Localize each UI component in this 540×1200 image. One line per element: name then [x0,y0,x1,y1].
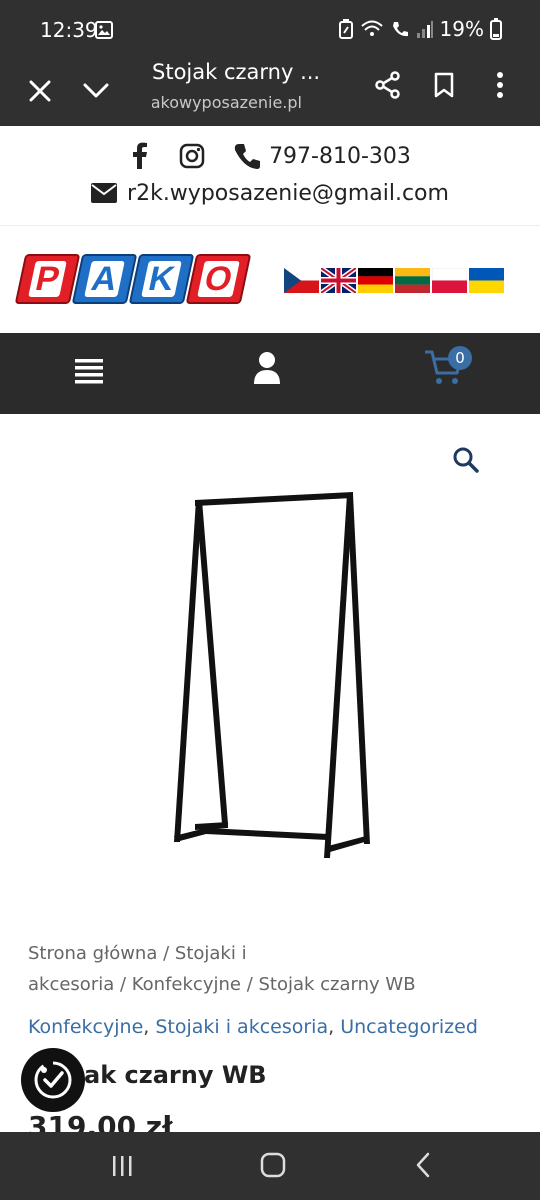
more-vert-icon [497,72,503,98]
cart-count-badge[interactable]: 0 [448,346,472,370]
browser-toolbar: Stojak czarny ... pakowyposazenie.pl [0,60,540,126]
email-address[interactable]: r2k.wyposazenie@gmail.com [127,181,449,206]
category-link[interactable]: Uncategorized [340,1016,478,1038]
logo-letter-k: K [141,260,182,298]
android-navigation-bar [0,1132,540,1200]
flag-ukraine-icon[interactable] [469,268,504,293]
logo-letter-a: A [84,260,125,298]
breadcrumb-stojaki-b[interactable]: akcesoria [28,974,114,995]
accessibility-button[interactable] [21,1048,85,1112]
product-categories: Konfekcyjne, Stojaki i akcesoria, Uncate… [28,1016,478,1038]
close-tab-button[interactable] [22,73,58,109]
search-icon[interactable] [452,446,480,474]
bookmark-button[interactable] [426,67,462,103]
more-options-button[interactable] [484,67,516,103]
social-row: 797-810-303 [0,140,540,172]
category-separator: , [143,1016,156,1038]
flag-lithuania-icon[interactable] [395,268,430,293]
breadcrumb-current: Stojak czarny WB [258,974,416,995]
phone-icon [234,144,261,169]
home-icon[interactable] [260,1152,286,1178]
breadcrumb-separator: / [157,943,175,964]
email-row: r2k.wyposazenie@gmail.com [0,176,540,210]
flag-czech-icon[interactable] [284,268,319,293]
recent-apps-icon[interactable] [110,1154,134,1178]
status-indicators: 19% [338,17,502,41]
logo-tile-a: A [71,254,138,304]
share-button[interactable] [370,67,406,103]
language-flags [284,268,504,293]
category-separator: , [328,1016,341,1038]
close-icon [29,80,51,102]
breadcrumb-separator: / [240,974,259,995]
logo-row: P A K O [0,226,540,334]
breadcrumb: Strona główna / Stojaki i akcesoria / Kon… [28,938,488,1000]
browser-screen: 12:39 19% Stojak czarny ... pakowyposaze… [0,0,540,1200]
logo-letter-o: O [197,260,240,298]
minimize-tab-button[interactable] [78,73,114,109]
share-icon [375,71,400,99]
page-title[interactable]: Stojak czarny ... [152,60,320,84]
logo-tile-k: K [128,254,195,304]
back-icon[interactable] [414,1152,432,1178]
wifi-icon [360,20,383,36]
battery-percent: 19% [439,17,484,41]
product-title: ak czarny WB [84,1061,267,1089]
accessibility-icon [34,1061,72,1099]
flag-germany-icon[interactable] [358,268,393,293]
logo-tile-o: O [185,254,252,304]
flag-poland-icon[interactable] [432,268,467,293]
signal-icon [416,21,433,38]
logo-letter-p: P [28,260,67,298]
category-link[interactable]: Konfekcyjne [28,1016,143,1038]
image-notification-icon [95,21,113,39]
bookmark-icon [434,72,454,98]
product-gallery [0,414,540,934]
hamburger-menu-icon[interactable] [75,357,103,387]
breadcrumb-separator: / [114,974,132,995]
breadcrumb-stojaki-a[interactable]: Stojaki i [175,943,247,964]
breadcrumb-konfekcyjne[interactable]: Konfekcyjne [132,974,241,995]
battery-icon [490,18,502,40]
category-link[interactable]: Stojaki i akcesoria [155,1016,328,1038]
instagram-icon[interactable] [179,143,205,169]
status-time: 12:39 [40,18,98,42]
status-bar: 12:39 19% [0,0,540,60]
user-icon[interactable] [253,351,281,385]
breadcrumb-home[interactable]: Strona główna [28,943,157,964]
envelope-icon [91,183,118,203]
logo-tile-p: P [14,254,81,304]
chevron-down-icon [83,83,109,98]
product-image[interactable] [170,484,380,864]
pako-logo[interactable]: P A K O [14,254,252,304]
phone-number[interactable]: 797-810-303 [269,144,411,169]
facebook-icon[interactable] [129,142,149,170]
battery-saver-icon [338,19,353,39]
page-url[interactable]: pakowyposazenie.pl [152,93,302,112]
flag-uk-icon[interactable] [321,268,356,293]
wifi-call-icon [392,22,408,37]
contact-header: 797-810-303 r2k.wyposazenie@gmail.com [0,126,540,226]
